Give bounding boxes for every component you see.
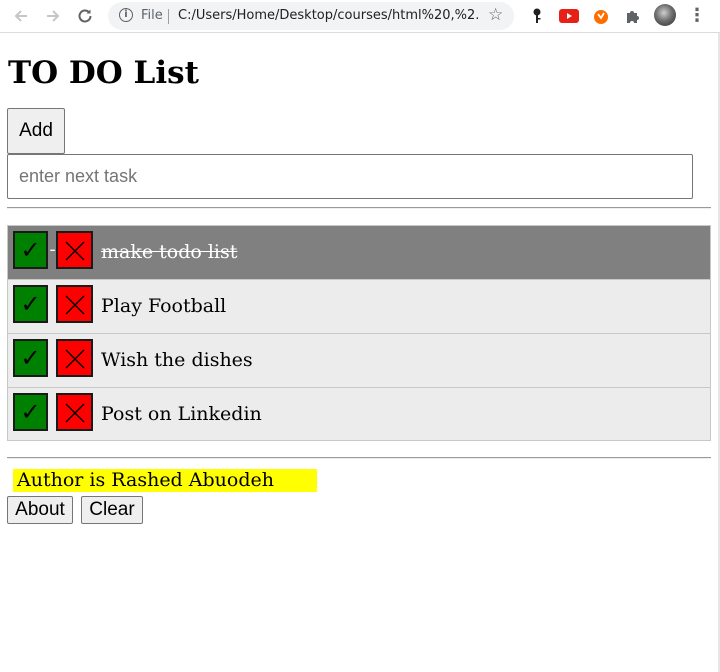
clear-button[interactable]: Clear <box>81 496 143 524</box>
task-list: ✓ - make todo list ✓ Play Football ✓ Wis… <box>7 225 711 441</box>
browser-menu-icon[interactable]: ⋮ <box>688 5 706 27</box>
bookmark-star-icon[interactable]: ☆ <box>488 5 503 25</box>
info-icon[interactable]: i <box>119 8 133 22</box>
divider-top <box>7 207 711 209</box>
task-text: make todo list <box>101 241 238 263</box>
task-text: Wish the dishes <box>101 349 253 371</box>
complete-button[interactable]: ✓ <box>13 393 48 431</box>
address-bar[interactable]: i File C:/Users/Home/Desktop/courses/htm… <box>108 2 514 30</box>
add-button[interactable]: Add <box>7 108 65 154</box>
close-icon <box>65 295 85 315</box>
task-row: ✓ Play Football <box>8 280 710 334</box>
file-label: File <box>141 8 163 23</box>
complete-button[interactable]: ✓ <box>13 285 48 323</box>
key-extension-icon[interactable] <box>526 5 548 27</box>
close-icon <box>65 403 85 423</box>
forward-arrow-icon <box>47 10 60 22</box>
checkmark-icon: ✓ <box>20 290 41 318</box>
address-separator <box>168 9 169 24</box>
url-text[interactable]: C:/Users/Home/Desktop/courses/html%20,%2… <box>178 8 478 23</box>
delete-button[interactable] <box>56 285 93 323</box>
complete-button[interactable]: ✓ <box>13 231 48 269</box>
orange-extension-icon[interactable] <box>590 5 612 27</box>
task-row: ✓ Post on Linkedin <box>8 388 710 440</box>
task-row: ✓ - make todo list <box>8 226 710 280</box>
separator-dash: - <box>49 239 56 260</box>
youtube-extension-icon[interactable] <box>558 5 580 27</box>
complete-button[interactable]: ✓ <box>13 339 48 377</box>
task-text: Play Football <box>101 295 227 317</box>
profile-avatar[interactable] <box>654 4 676 26</box>
about-button[interactable]: About <box>7 496 73 524</box>
task-input[interactable] <box>7 154 693 199</box>
close-icon <box>65 349 85 369</box>
delete-button[interactable] <box>56 393 93 431</box>
author-label: Author is Rashed Abuodeh <box>13 469 317 492</box>
checkmark-icon: ✓ <box>20 398 41 426</box>
delete-button[interactable] <box>56 339 93 377</box>
checkmark-icon: ✓ <box>20 344 41 372</box>
task-row: ✓ Wish the dishes <box>8 334 710 388</box>
back-arrow-icon <box>14 10 27 22</box>
browser-toolbar: i File C:/Users/Home/Desktop/courses/htm… <box>0 0 720 33</box>
checkmark-icon: ✓ <box>20 236 41 264</box>
delete-button[interactable] <box>56 231 93 269</box>
divider-bottom <box>7 457 711 459</box>
task-text: Post on Linkedin <box>101 403 262 425</box>
forward-button[interactable] <box>42 5 64 27</box>
reload-button[interactable] <box>74 5 96 27</box>
page-title: TO DO List <box>8 55 199 91</box>
extensions-puzzle-icon[interactable] <box>622 5 644 27</box>
back-button[interactable] <box>10 5 32 27</box>
close-icon <box>65 241 85 261</box>
reload-icon <box>78 9 92 23</box>
